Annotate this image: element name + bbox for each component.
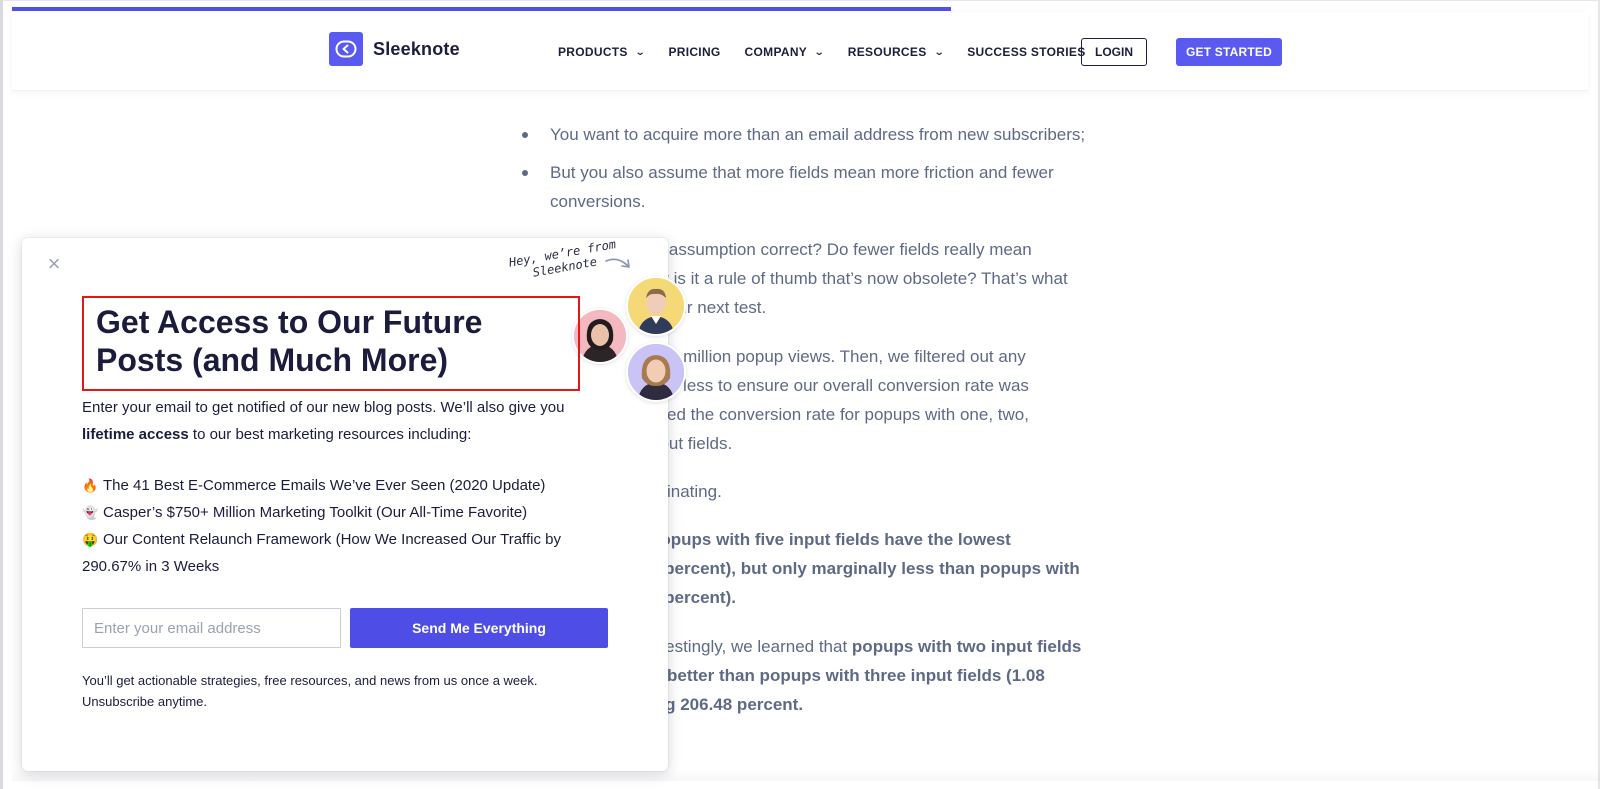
window-edge-top: [0, 0, 1600, 1]
nav-item-pricing[interactable]: PRICING: [668, 45, 720, 59]
curved-arrow-icon: [605, 258, 630, 268]
resource-list: 🔥 The 41 Best E-Commerce Emails We’ve Eve…: [82, 472, 602, 580]
intro-text: to our best marketing resources includin…: [188, 426, 472, 443]
window-edge-left: [0, 0, 3, 789]
resource-item-text: Casper’s $750+ Million Marketing Toolkit…: [103, 504, 528, 521]
money-face-icon: 🤑: [82, 532, 99, 547]
paragraph: at 1 million popup views. Then, we filte…: [650, 342, 1250, 458]
nav-item-resources[interactable]: RESOURCES ⌄: [847, 45, 945, 59]
paragraph-text: erestingly, we learned that: [650, 637, 852, 656]
team-avatar-woman-light-hair: [626, 342, 686, 402]
paragraph-text: at assumption correct? Do fewer fields r…: [650, 240, 1068, 317]
email-field[interactable]: [82, 608, 341, 648]
nav-item-company[interactable]: COMPANY ⌄: [744, 45, 826, 59]
main-nav: PRODUCTS ⌄ PRICING COMPANY ⌄ RESOURCES ⌄…: [558, 38, 1110, 66]
resource-item: 🤑 Our Content Relaunch Framework (How We …: [82, 526, 602, 580]
send-me-everything-button[interactable]: Send Me Everything: [350, 608, 608, 648]
paragraph-text: scinating.: [650, 482, 722, 501]
resource-item: 🔥 The 41 Best E-Commerce Emails We’ve Eve…: [82, 472, 602, 499]
paragraph: scinating.: [650, 477, 1250, 506]
site-header: Sleeknote PRODUCTS ⌄ PRICING COMPANY ⌄ R…: [12, 12, 1588, 91]
popup-title: Get Access to Our Future Posts (and Much…: [82, 296, 580, 391]
nav-item-label: SUCCESS STORIES: [967, 45, 1086, 59]
paragraph: at assumption correct? Do fewer fields r…: [650, 235, 1250, 322]
nav-item-label: PRICING: [668, 45, 721, 59]
team-avatar-woman-dark-hair: [572, 308, 628, 364]
paragraph: popups with five input fields have the l…: [650, 525, 1250, 612]
sleeknote-logo-icon: [329, 32, 363, 66]
list-item: But you also assume that more fields mea…: [520, 158, 1100, 216]
get-started-button[interactable]: GET STARTED: [1176, 38, 1282, 66]
nav-item-label: COMPANY: [744, 45, 808, 59]
chevron-down-icon: ⌄: [813, 46, 826, 58]
nav-item-success-stories[interactable]: SUCCESS STORIES: [967, 45, 1085, 59]
reading-progress-bar: [12, 7, 951, 11]
sleeknote-logo[interactable]: Sleeknote: [329, 32, 460, 66]
chevron-down-icon: ⌄: [634, 46, 646, 58]
paragraph-text: at 1 million popup views. Then, we filte…: [650, 347, 1029, 453]
nav-item-label: RESOURCES: [847, 45, 927, 59]
team-avatar-man: [626, 276, 686, 336]
intro-bold-text: lifetime access: [82, 426, 189, 443]
popup-fineprint: You’ll get actionable strategies, free r…: [82, 673, 538, 709]
close-icon[interactable]: ×: [42, 252, 66, 276]
ghost-icon: 👻: [82, 505, 99, 520]
fire-icon: 🔥: [82, 478, 99, 493]
resource-item-text: The 41 Best E-Commerce Emails We’ve Ever…: [103, 477, 546, 494]
nav-item-label: PRODUCTS: [558, 45, 628, 59]
nav-item-products[interactable]: PRODUCTS ⌄: [558, 45, 646, 59]
login-button[interactable]: LOGIN: [1081, 38, 1147, 66]
bullet-list: You want to acquire more than an email a…: [520, 120, 1100, 216]
subscribe-popup: × Hey, we’re from Sleeknote Get Access t…: [22, 237, 686, 771]
paragraph: erestingly, we learned that popups with …: [650, 632, 1250, 719]
popup-intro: Enter your email to get notified of our …: [82, 394, 592, 448]
resource-item-text: Our Content Relaunch Framework (How We I…: [82, 531, 561, 575]
paragraph-bold-text: popups with five input fields have the l…: [650, 530, 1080, 607]
resource-item: 👻 Casper’s $750+ Million Marketing Toolki…: [82, 499, 602, 526]
article-body: You want to acquire more than an email a…: [520, 120, 1100, 714]
list-item: You want to acquire more than an email a…: [520, 120, 1100, 149]
logo-wordmark: Sleeknote: [373, 38, 460, 59]
chevron-down-icon: ⌄: [933, 46, 945, 58]
intro-text: Enter your email to get notified of our …: [82, 399, 565, 416]
